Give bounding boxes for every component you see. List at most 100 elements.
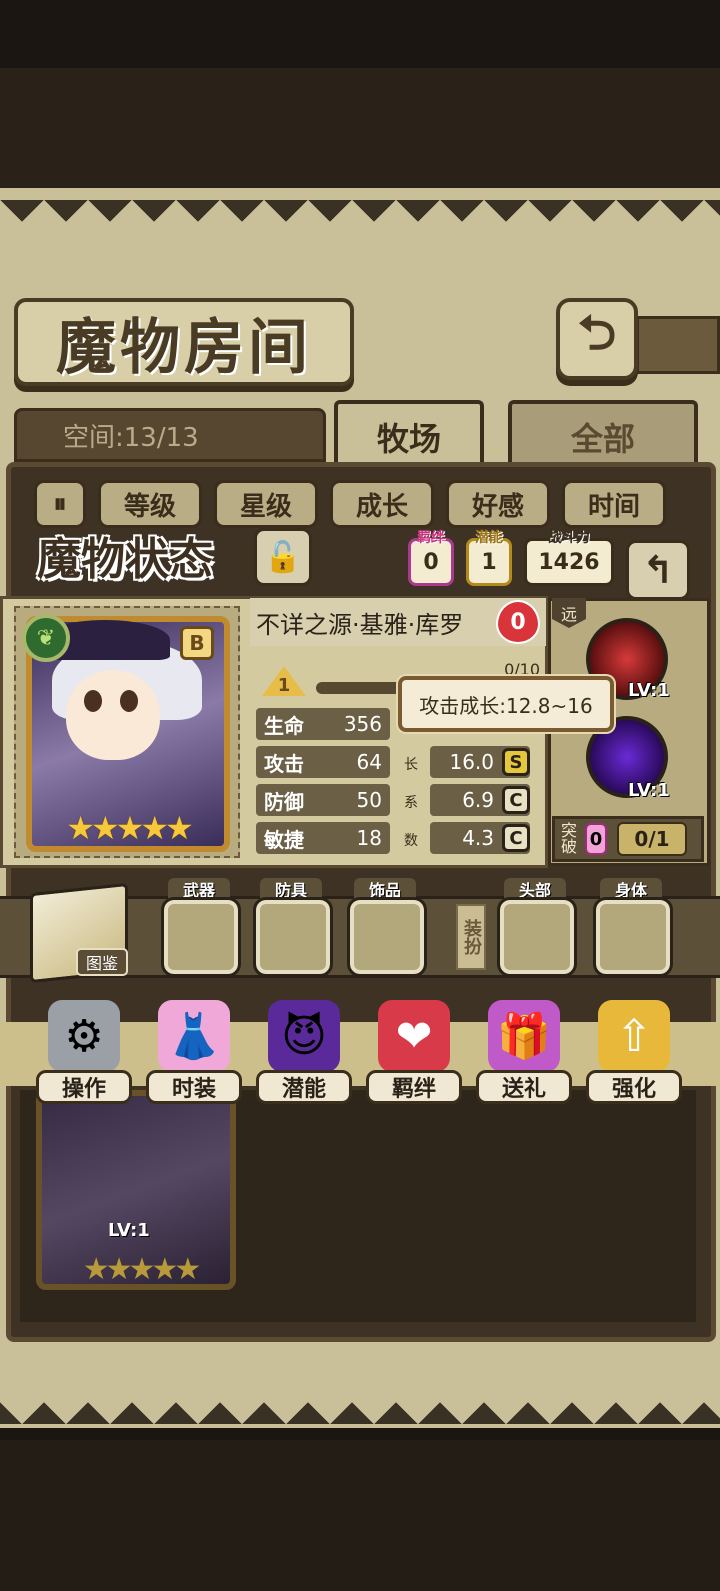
weapon-slot[interactable] xyxy=(161,897,241,977)
potential-value: 1 xyxy=(481,550,497,575)
sort-star-button[interactable]: 星级 xyxy=(214,480,318,528)
top-border xyxy=(0,68,720,188)
space-counter: 空间:13/13 xyxy=(14,408,326,462)
growth-agility[interactable]: 4.3 C xyxy=(430,822,530,854)
stat-label: 防御 xyxy=(264,789,304,814)
grade-badge: C xyxy=(502,786,530,814)
stat-value: 64 xyxy=(356,750,382,774)
potential-label-btn: 潜能 xyxy=(256,1070,352,1104)
lock-icon[interactable]: 🔓 xyxy=(254,528,312,586)
fashion-label: 时装 xyxy=(146,1070,242,1104)
portrait-face xyxy=(66,670,160,760)
enhance-label: 强化 xyxy=(586,1070,682,1104)
power-value: 1426 xyxy=(538,550,600,575)
operate-label: 操作 xyxy=(36,1070,132,1104)
skill-1-level: LV:1 xyxy=(628,680,670,701)
stat-defense: 防御 50 xyxy=(256,784,390,816)
demon-icon: 😈 xyxy=(268,1000,340,1072)
stat-attack: 攻击 64 xyxy=(256,746,390,778)
leaf-element-icon: ❦ xyxy=(22,614,70,662)
breakthrough-progress: 0/1 xyxy=(617,822,687,856)
grade-badge: C xyxy=(502,824,530,852)
slot-label-accessory: 饰品 xyxy=(354,878,416,900)
list-card-level: LV:1 xyxy=(108,1220,150,1241)
tab-all[interactable]: 全部 xyxy=(508,400,698,470)
bond-label-btn: 羁绊 xyxy=(366,1070,462,1104)
potential-button[interactable]: 😈 潜能 xyxy=(256,1000,352,1104)
sort-level-button[interactable]: 等级 xyxy=(98,480,202,528)
power-badge: 战斗力 1426 xyxy=(524,530,614,586)
rank-badge: B xyxy=(180,626,214,660)
room-title: 魔物房间 xyxy=(14,298,354,386)
stat-value: 50 xyxy=(356,788,382,812)
game-screen: 魔物房间 ⮌ 空间:13/13 牧场 全部 ⏸ 等级 星级 成长 好感 时间 L… xyxy=(0,0,720,1591)
bond-button[interactable]: ❤ 羁绊 xyxy=(366,1000,462,1104)
sort-affection-button[interactable]: 好感 xyxy=(446,480,550,528)
potential-label: 潜能 xyxy=(475,530,503,546)
sort-toggle-icon: ⏸ xyxy=(53,488,67,519)
portrait-eye xyxy=(120,690,138,712)
stat-agility: 敏捷 18 xyxy=(256,822,390,854)
sort-time-button[interactable]: 时间 xyxy=(562,480,666,528)
gift-button[interactable]: 🎁 送礼 xyxy=(476,1000,572,1104)
growth-tooltip: 攻击成长:12.8~16 xyxy=(398,676,614,732)
slot-label-body: 身体 xyxy=(600,878,662,900)
status-back-button[interactable]: ↰ xyxy=(626,540,690,600)
potential-badge: 潜能 1 xyxy=(466,530,512,586)
dress-icon: 👗 xyxy=(158,1000,230,1072)
list-card-stars: ★★★★★ xyxy=(82,1251,201,1287)
growth-char: 长 xyxy=(404,757,418,773)
sort-toggle-button[interactable]: ⏸ xyxy=(34,480,86,528)
codex-label[interactable]: 图鉴 xyxy=(76,948,128,976)
power-label: 战斗力 xyxy=(548,530,590,546)
body-slot[interactable] xyxy=(593,897,673,977)
back-button[interactable]: ⮌ xyxy=(556,298,638,380)
tab-ranch[interactable]: 牧场 xyxy=(334,400,484,470)
top-zigzag-border xyxy=(0,200,720,244)
gift-label: 送礼 xyxy=(476,1070,572,1104)
operate-button[interactable]: ⚙ 操作 xyxy=(36,1000,132,1104)
grade-badge: S xyxy=(502,748,530,776)
slot-label-head: 头部 xyxy=(504,878,566,900)
back-arrow-icon: ↰ xyxy=(642,548,674,592)
growth-char: 系 xyxy=(404,795,418,811)
fashion-button[interactable]: 👗 时装 xyxy=(146,1000,242,1104)
growth-value: 4.3 xyxy=(462,826,494,850)
stat-label: 敏捷 xyxy=(264,827,304,852)
upgrade-arrow-icon: ⇧ xyxy=(598,1000,670,1072)
bottom-border xyxy=(0,1440,720,1591)
portrait-eye xyxy=(84,690,102,712)
armor-slot[interactable] xyxy=(253,897,333,977)
growth-attack[interactable]: 16.0 S xyxy=(430,746,530,778)
gear-icon: ⚙ xyxy=(48,1000,120,1072)
breakthrough-panel[interactable]: 突破 0 0/1 xyxy=(552,816,704,862)
breakthrough-count: 0 xyxy=(585,823,607,855)
affection-heart-icon: 0 xyxy=(496,600,540,644)
star-rating: ★★★★★ xyxy=(66,809,193,847)
stat-value: 356 xyxy=(343,712,382,736)
status-title: 魔物状态 xyxy=(37,534,213,585)
growth-defense[interactable]: 6.9 C xyxy=(430,784,530,816)
hearts-icon: ❤ xyxy=(378,1000,450,1072)
skill-2-level: LV:1 xyxy=(628,780,670,801)
growth-char: 数 xyxy=(404,833,418,849)
bond-label: 羁绊 xyxy=(417,530,445,546)
growth-value: 16.0 xyxy=(449,750,494,774)
sort-growth-button[interactable]: 成长 xyxy=(330,480,434,528)
outfit-label: 装扮 xyxy=(456,904,486,970)
stat-value: 18 xyxy=(356,826,382,850)
slot-label-weapon: 武器 xyxy=(168,878,230,900)
accessory-slot[interactable] xyxy=(347,897,427,977)
head-slot[interactable] xyxy=(497,897,577,977)
enhance-button[interactable]: ⇧ 强化 xyxy=(586,1000,682,1104)
title-decoration xyxy=(636,316,720,374)
breakthrough-label: 突破 xyxy=(561,821,578,856)
bond-value: 0 xyxy=(423,550,439,575)
gift-icon: 🎁 xyxy=(488,1000,560,1072)
stat-hp: 生命 356 xyxy=(256,708,390,740)
bond-badge: 羁绊 0 xyxy=(408,530,454,586)
stat-label: 生命 xyxy=(264,713,304,738)
return-arrow-icon: ⮌ xyxy=(577,304,617,361)
bottom-zigzag-border xyxy=(0,1380,720,1424)
stat-label: 攻击 xyxy=(264,751,304,776)
